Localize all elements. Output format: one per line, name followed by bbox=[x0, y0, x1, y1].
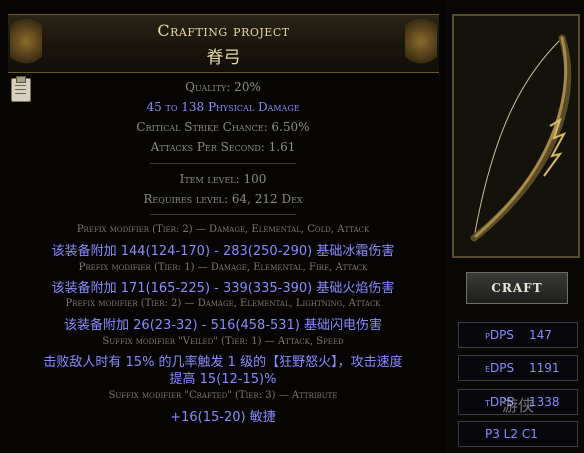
tooltip-header: Crafting project 脊弓 bbox=[8, 14, 439, 73]
tooltip-title: Crafting project bbox=[157, 21, 290, 40]
bow-icon bbox=[470, 34, 572, 242]
pdps-stat: pDPS 147 bbox=[458, 322, 578, 348]
requires-level-line: Requires level: 64, 212 Dex bbox=[143, 192, 303, 206]
modifier-header: Prefix modifier (Tier: 1) — Damage, Elem… bbox=[78, 262, 368, 273]
item-level-line: Item level: 100 bbox=[179, 172, 267, 186]
modifier-header: Suffix modifier "Crafted" (Tier: 3) — At… bbox=[108, 390, 338, 401]
modifier-text: 该装备附加 26(23-32) - 516(458-531) 基础闪电伤害 bbox=[64, 318, 382, 333]
separator bbox=[150, 214, 296, 215]
crit-chance-line: Critical Strike Chance: 6.50% bbox=[136, 120, 310, 134]
attacks-per-second-line: Attacks Per Second: 1.61 bbox=[150, 140, 296, 154]
modifier-text-continued: 提高 15(12-15)% bbox=[169, 372, 277, 387]
modifier-header: Suffix modifier "Veiled" (Tier: 1) — Att… bbox=[102, 336, 344, 347]
separator bbox=[150, 163, 296, 164]
stat-label: eDPS bbox=[485, 361, 515, 375]
stat-value: 1191 bbox=[529, 361, 560, 375]
sockets-stat: P3 L2 C1 bbox=[458, 421, 578, 447]
craft-button[interactable]: Craft bbox=[466, 272, 568, 304]
item-name: 脊弓 bbox=[206, 48, 241, 68]
modifier-header: Prefix modifier (Tier: 2) — Damage, Elem… bbox=[65, 298, 381, 309]
modifier-text: 该装备附加 171(165-225) - 339(335-390) 基础火焰伤害 bbox=[51, 281, 395, 296]
sockets-text: P3 L2 C1 bbox=[485, 427, 538, 441]
physical-damage-line: 45 to 138 Physical Damage bbox=[146, 100, 300, 114]
modifier-text: +16(15-20) 敏捷 bbox=[170, 410, 276, 425]
modifier-text: 该装备附加 144(124-170) - 283(250-290) 基础冰霜伤害 bbox=[51, 244, 395, 259]
edps-stat: eDPS 1191 bbox=[458, 355, 578, 381]
stat-value: 147 bbox=[529, 328, 552, 342]
watermark-logo: 游侠 bbox=[502, 396, 535, 415]
item-image-frame bbox=[452, 14, 580, 258]
quality-line: Quality: 20% bbox=[185, 80, 261, 94]
modifier-header: Prefix modifier (Tier: 2) — Damage, Elem… bbox=[76, 224, 370, 235]
stat-label: pDPS bbox=[485, 328, 514, 342]
